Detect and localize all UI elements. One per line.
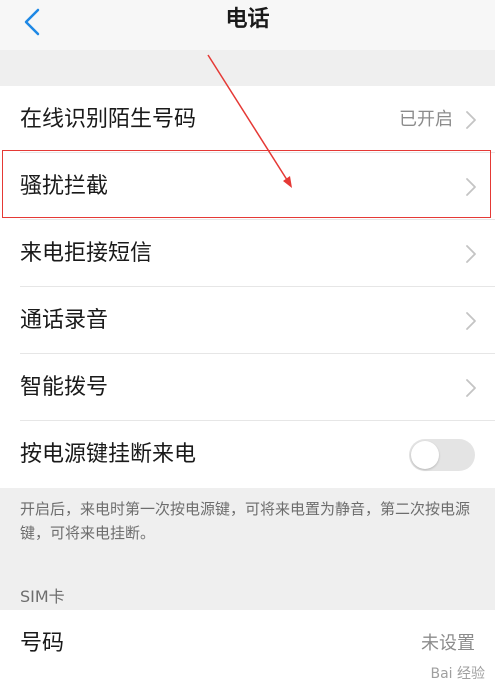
- setting-label: 按电源键挂断来电: [20, 442, 197, 467]
- chevron-right-icon: [466, 245, 476, 263]
- setting-label: 在线识别陌生号码: [20, 107, 197, 132]
- section-title: SIM卡: [20, 587, 65, 606]
- setting-label: 来电拒接短信: [20, 241, 153, 266]
- setting-label: 智能拨号: [20, 375, 109, 400]
- setting-call-recording[interactable]: 通话录音: [0, 287, 495, 354]
- section-gap: [0, 50, 495, 86]
- power-key-description: 开启后，来电时第一次按电源键，可将来电置为静音，第二次按电源键，可将来电挂断。: [0, 488, 495, 562]
- top-bar: 电话: [0, 0, 495, 50]
- setting-phone-number[interactable]: 号码 未设置: [0, 610, 495, 677]
- chevron-right-icon: [466, 111, 476, 129]
- chevron-right-icon: [466, 379, 476, 397]
- setting-label: 骚扰拦截: [20, 174, 109, 199]
- sim-list: 号码 未设置: [0, 610, 495, 687]
- settings-list: 在线识别陌生号码 已开启 骚扰拦截 来电拒接短信 通话录音 智能拨号 按电源键挂…: [0, 86, 495, 488]
- setting-power-key-hangup: 按电源键挂断来电: [0, 421, 495, 488]
- chevron-right-icon: [466, 178, 476, 196]
- setting-harassment-block[interactable]: 骚扰拦截: [0, 153, 495, 220]
- watermark: Bai 经验: [430, 666, 485, 682]
- chevron-right-icon: [466, 312, 476, 330]
- setting-reject-sms[interactable]: 来电拒接短信: [0, 220, 495, 287]
- setting-label: 号码: [20, 631, 65, 656]
- page-title: 电话: [225, 7, 270, 32]
- setting-value: 已开启: [399, 109, 453, 130]
- setting-smart-dial[interactable]: 智能拨号: [0, 354, 495, 421]
- toggle-knob: [411, 441, 439, 469]
- sim-section-header: SIM卡: [0, 562, 495, 610]
- power-key-hangup-toggle[interactable]: [409, 439, 475, 471]
- setting-online-identify[interactable]: 在线识别陌生号码 已开启: [0, 86, 495, 153]
- setting-label: 通话录音: [20, 308, 109, 333]
- description-text: 开启后，来电时第一次按电源键，可将来电置为静音，第二次按电源键，可将来电挂断。: [20, 500, 471, 542]
